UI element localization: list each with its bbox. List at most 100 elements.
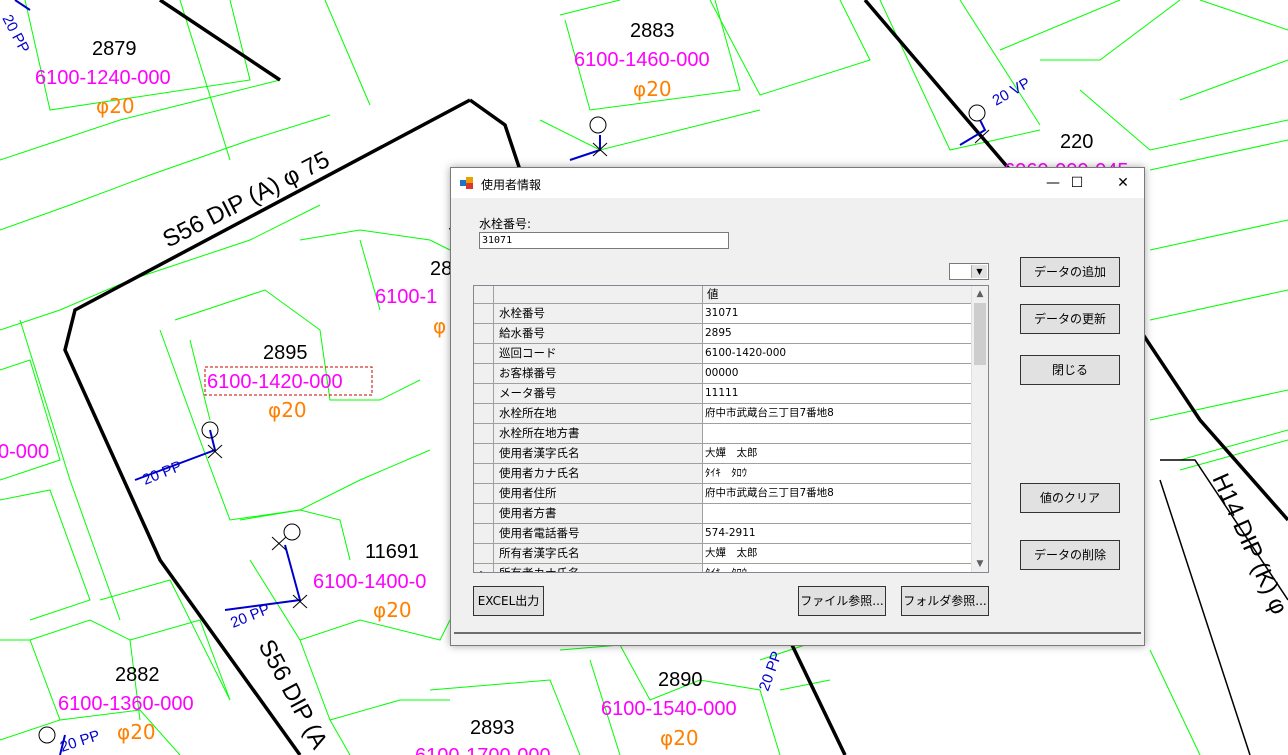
svg-text:2879: 2879 bbox=[92, 38, 137, 60]
svg-text:220: 220 bbox=[1060, 131, 1093, 153]
svg-text:6100-1540-000: 6100-1540-000 bbox=[601, 698, 737, 720]
scroll-up-icon[interactable]: ▲ bbox=[972, 286, 988, 302]
field-value-cell[interactable] bbox=[703, 424, 971, 443]
field-value-cell[interactable]: 574-2911 bbox=[703, 524, 971, 543]
field-value-cell[interactable]: 31071 bbox=[703, 304, 971, 323]
svg-text:6100-1360-000: 6100-1360-000 bbox=[58, 693, 194, 715]
row-header[interactable] bbox=[474, 444, 494, 463]
svg-text:6100-1420-000: 6100-1420-000 bbox=[207, 371, 343, 393]
scroll-down-icon[interactable]: ▼ bbox=[972, 556, 988, 572]
field-value-cell[interactable]: 00000 bbox=[703, 364, 971, 383]
delete-data-button[interactable]: データの削除 bbox=[1020, 540, 1120, 570]
field-name-cell: 水栓所在地 bbox=[494, 404, 703, 423]
row-header[interactable] bbox=[474, 544, 494, 563]
close-window-button[interactable]: ✕ bbox=[1100, 168, 1146, 198]
data-grid[interactable]: 値 水栓番号 31071 給水番号 2895 巡回コード 6100-1420-000 お客様… bbox=[473, 285, 989, 573]
service-pipe-label: 20 PP bbox=[228, 601, 272, 632]
field-value-cell[interactable]: ﾀｲｷ ﾀﾛｳ bbox=[703, 564, 971, 572]
svg-text:6100-1400-0: 6100-1400-0 bbox=[313, 571, 426, 593]
field-name-cell: 巡回コード bbox=[494, 344, 703, 363]
field-value-cell[interactable]: 6100-1420-000 bbox=[703, 344, 971, 363]
field-value-cell[interactable]: 11111 bbox=[703, 384, 971, 403]
field-value-cell[interactable] bbox=[703, 504, 971, 523]
field-value-cell[interactable]: 府中市武蔵台三丁目7番地8 bbox=[703, 404, 971, 423]
row-header[interactable] bbox=[474, 404, 494, 423]
row-header[interactable] bbox=[474, 324, 494, 343]
status-divider bbox=[454, 632, 1141, 634]
grid-row[interactable]: 巡回コード 6100-1420-000 bbox=[474, 344, 971, 364]
svg-text:φ20: φ20 bbox=[373, 598, 412, 622]
field-name-cell: お客様番号 bbox=[494, 364, 703, 383]
svg-text:6100-1460-000: 6100-1460-000 bbox=[574, 49, 710, 71]
field-name-cell: 給水番号 bbox=[494, 324, 703, 343]
scroll-thumb[interactable] bbox=[974, 303, 986, 365]
field-value-cell[interactable]: 大嬋 太郎 bbox=[703, 444, 971, 463]
svg-text:φ20: φ20 bbox=[660, 726, 699, 750]
grid-row[interactable]: ▶所有者カナ氏名ﾀｲｷ ﾀﾛｳ bbox=[474, 564, 971, 572]
dropdown-select[interactable]: ▼ bbox=[949, 263, 989, 280]
pipe-label: S56 DIP (A) φ 75 bbox=[158, 146, 333, 253]
grid-row[interactable]: 水栓所在地 府中市武蔵台三丁目7番地8 bbox=[474, 404, 971, 424]
grid-row[interactable]: 使用者方書 bbox=[474, 504, 971, 524]
add-data-button[interactable]: データの追加 bbox=[1020, 257, 1120, 287]
grid-row[interactable]: 使用者カナ氏名 ﾀｲｷ ﾀﾛｳ bbox=[474, 464, 971, 484]
grid-row[interactable]: 給水番号 2895 bbox=[474, 324, 971, 344]
svg-text:0-000: 0-000 bbox=[0, 441, 49, 463]
row-pointer-icon[interactable]: ▶ bbox=[474, 564, 494, 572]
browse-folder-button[interactable]: フォルダ参照... bbox=[901, 586, 989, 616]
excel-export-button[interactable]: EXCEL出力 bbox=[473, 586, 544, 616]
row-header[interactable] bbox=[474, 364, 494, 383]
hydrant-number-label: 水栓番号: bbox=[479, 217, 532, 231]
grid-header-row: 値 bbox=[474, 286, 971, 304]
grid-row[interactable]: メータ番号 11111 bbox=[474, 384, 971, 404]
row-header[interactable] bbox=[474, 464, 494, 483]
chevron-down-icon[interactable]: ▼ bbox=[971, 265, 987, 278]
close-button[interactable]: 閉じる bbox=[1020, 355, 1120, 385]
row-header[interactable] bbox=[474, 344, 494, 363]
svg-text:2895: 2895 bbox=[263, 342, 308, 364]
field-value-cell[interactable]: ﾀｲｷ ﾀﾛｳ bbox=[703, 464, 971, 483]
svg-text:φ20: φ20 bbox=[117, 720, 156, 744]
service-pipe-label: 20 PP bbox=[58, 727, 102, 755]
field-name-cell: 所有者カナ氏名 bbox=[494, 564, 703, 572]
user-info-dialog: 使用者情報 — ☐ ✕ 水栓番号: 31071 ▼ 値 水栓番号 31071 給水番… bbox=[450, 167, 1145, 646]
grid-row[interactable]: 使用者漢字氏名 大嬋 太郎 bbox=[474, 444, 971, 464]
row-header[interactable] bbox=[474, 304, 494, 323]
grid-row[interactable]: 水栓所在地方書 bbox=[474, 424, 971, 444]
vertical-scrollbar[interactable]: ▲ ▼ bbox=[971, 286, 988, 572]
svg-text:6100-1: 6100-1 bbox=[375, 286, 437, 308]
field-value-cell[interactable]: 府中市武蔵台三丁目7番地8 bbox=[703, 484, 971, 503]
grid-row[interactable]: 使用者住所 府中市武蔵台三丁目7番地8 bbox=[474, 484, 971, 504]
grid-row[interactable]: 使用者電話番号 574-2911 bbox=[474, 524, 971, 544]
svg-text:2893: 2893 bbox=[470, 717, 515, 739]
service-pipe-label: 20 PP bbox=[0, 12, 33, 56]
svg-text:2882: 2882 bbox=[115, 664, 160, 686]
grid-row[interactable]: お客様番号 00000 bbox=[474, 364, 971, 384]
field-name-cell: 使用者カナ氏名 bbox=[494, 464, 703, 483]
field-value-cell[interactable]: 大嬋 太郎 bbox=[703, 544, 971, 563]
maximize-button[interactable]: ☐ bbox=[1054, 168, 1100, 198]
row-header[interactable] bbox=[474, 524, 494, 543]
app-icon bbox=[460, 177, 473, 189]
svg-text:φ20: φ20 bbox=[268, 398, 307, 422]
svg-text:φ: φ bbox=[433, 314, 446, 338]
row-header[interactable] bbox=[474, 384, 494, 403]
grid-row[interactable]: 所有者漢字氏名 大嬋 太郎 bbox=[474, 544, 971, 564]
svg-text:2883: 2883 bbox=[630, 20, 675, 42]
svg-text:φ20: φ20 bbox=[96, 94, 135, 118]
update-data-button[interactable]: データの更新 bbox=[1020, 304, 1120, 334]
field-name-cell: 使用者住所 bbox=[494, 484, 703, 503]
browse-file-button[interactable]: ファイル参照... bbox=[798, 586, 886, 616]
field-name-cell: 所有者漢字氏名 bbox=[494, 544, 703, 563]
svg-text:φ20: φ20 bbox=[633, 77, 672, 101]
row-header[interactable] bbox=[474, 484, 494, 503]
grid-row[interactable]: 水栓番号 31071 bbox=[474, 304, 971, 324]
hydrant-number-input[interactable]: 31071 bbox=[479, 232, 729, 249]
field-value-cell[interactable]: 2895 bbox=[703, 324, 971, 343]
svg-text:11691: 11691 bbox=[365, 541, 419, 563]
row-header[interactable] bbox=[474, 504, 494, 523]
title-bar[interactable]: 使用者情報 — ☐ ✕ bbox=[451, 168, 1144, 198]
row-header[interactable] bbox=[474, 424, 494, 443]
clear-values-button[interactable]: 値のクリア bbox=[1020, 483, 1120, 513]
svg-text:2890: 2890 bbox=[658, 669, 703, 691]
